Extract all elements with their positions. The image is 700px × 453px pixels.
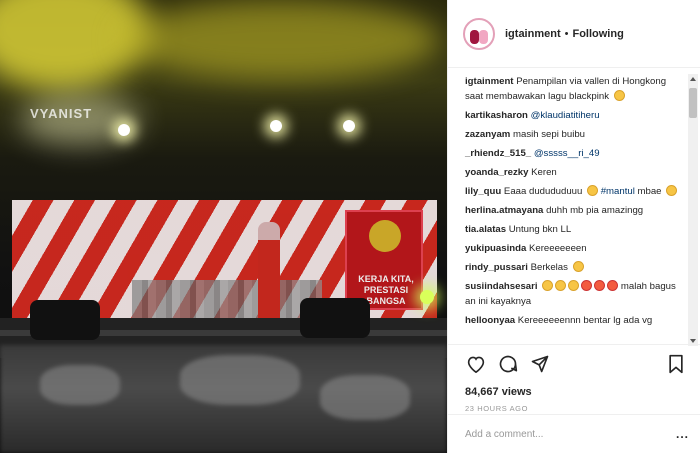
caption-username[interactable]: igtainment [465,76,514,87]
following-button[interactable]: Following [572,28,623,40]
comment-input[interactable] [465,428,676,440]
ok-hand-emoji-icon [613,90,625,101]
comment: susiindahsesari malah bagus an ini kayak… [465,279,687,309]
comment: lily_quu Eaaa dudududuuu #mantul mbae [465,184,687,199]
comment: yoanda_rezky Keren [465,165,687,180]
comment-text: Kereeeeeeen [528,243,587,254]
mention-link[interactable]: @klaudiatitiheru [531,110,600,121]
post-header: igtainment • Following [448,0,700,68]
banner-panel: KERJA KITA, PRESTASI BANGSA [345,210,423,310]
comment-username[interactable]: helloonyaa [465,315,515,326]
share-icon[interactable] [529,353,551,375]
comment-username[interactable]: herlina.atmayana [465,205,543,216]
thumbs-up-emoji-icon [587,185,599,196]
mention-link[interactable]: @sssss__ri_49 [534,148,600,159]
comment-username[interactable]: yukipuasinda [465,243,526,254]
comments-scrollbar[interactable] [688,74,698,346]
comment-text: Kereeeeeennn bentar lg ada vg [517,315,653,326]
spotlight [270,120,282,132]
spotlight [343,120,355,132]
caption: igtainment Penampilan via vallen di Hong… [465,74,687,104]
comment-text: Eaaa dudududuuu [503,186,583,197]
comment-username[interactable]: susiindahsesari [465,281,538,292]
thumbs-up-emoji-icon [542,280,554,291]
scroll-down-arrow-icon[interactable] [690,339,696,343]
stage-light [420,290,434,304]
thumbs-up-emoji-icon [555,280,567,291]
comment-username[interactable]: rindy_pussari [465,262,528,273]
thumbs-up-emoji-icon [572,261,584,272]
post-actions: 84,667 views 23 HOURS AGO [448,344,700,414]
comment: zazanyam masih sepi buibu [465,127,687,142]
comment: herlina.atmayana duhh mb pia amazingg [465,203,687,218]
comments-list[interactable]: igtainment Penampilan via vallen di Hong… [448,68,700,344]
comment-text: Keren [531,167,557,178]
speaker [30,300,100,340]
speaker [300,298,370,338]
comment-username[interactable]: _rhiendz_515_ [465,148,531,159]
spotlight [118,124,130,136]
comment: _rhiendz_515_ @sssss__ri_49 [465,146,687,161]
audience-blur [0,345,447,453]
garuda-emblem [369,220,401,252]
smile-emoji-icon [666,185,678,196]
comment-username[interactable]: lily_quu [465,186,501,197]
stage-light-glow [120,0,440,80]
heart-eyes-emoji-icon [581,280,593,291]
heart-eyes-emoji-icon [607,280,619,291]
stage-sign: VYANIST [30,106,93,121]
avatar[interactable] [463,17,495,50]
hashtag-link[interactable]: #mantul [601,186,635,197]
city-skyline [132,280,322,320]
comment-username[interactable]: yoanda_rezky [465,167,528,178]
heart-eyes-emoji-icon [594,280,606,291]
scroll-up-arrow-icon[interactable] [690,77,696,81]
performer [258,222,280,322]
more-options-icon[interactable]: ... [676,427,689,441]
comment-username[interactable]: zazanyam [465,129,510,140]
scroll-thumb[interactable] [689,88,697,118]
comment: kartikasharon @klaudiatitiheru [465,108,687,123]
heart-icon[interactable] [465,353,487,375]
comment: tia.alatas Untung bkn LL [465,222,687,237]
video-player[interactable]: VYANIST KERJA KITA, PRESTASI BANGSA [0,0,447,453]
post-timestamp[interactable]: 23 HOURS AGO [465,404,687,413]
comment-text: Untung bkn LL [508,224,572,235]
comment-text: mbae [637,186,662,197]
bookmark-icon[interactable] [665,353,687,375]
comment-text: masih sepi buibu [513,129,585,140]
comment: rindy_pussari Berkelas [465,260,687,275]
post-sidebar: igtainment • Following igtainment Penamp… [447,0,700,453]
separator-dot: • [564,27,569,40]
comment: helloonyaa Kereeeeeennn bentar lg ada vg [465,313,687,328]
username-link[interactable]: igtainment [505,28,561,40]
thumbs-up-emoji-icon [568,280,580,291]
comment-username[interactable]: tia.alatas [465,224,506,235]
comment-text: duhh mb pia amazingg [546,205,644,216]
comment-text: Berkelas [530,262,568,273]
view-count[interactable]: 84,667 views [465,386,687,398]
comment: yukipuasinda Kereeeeeeen [465,241,687,256]
comment-icon[interactable] [497,353,519,375]
add-comment-bar: ... [448,414,700,453]
comment-username[interactable]: kartikasharon [465,110,528,121]
